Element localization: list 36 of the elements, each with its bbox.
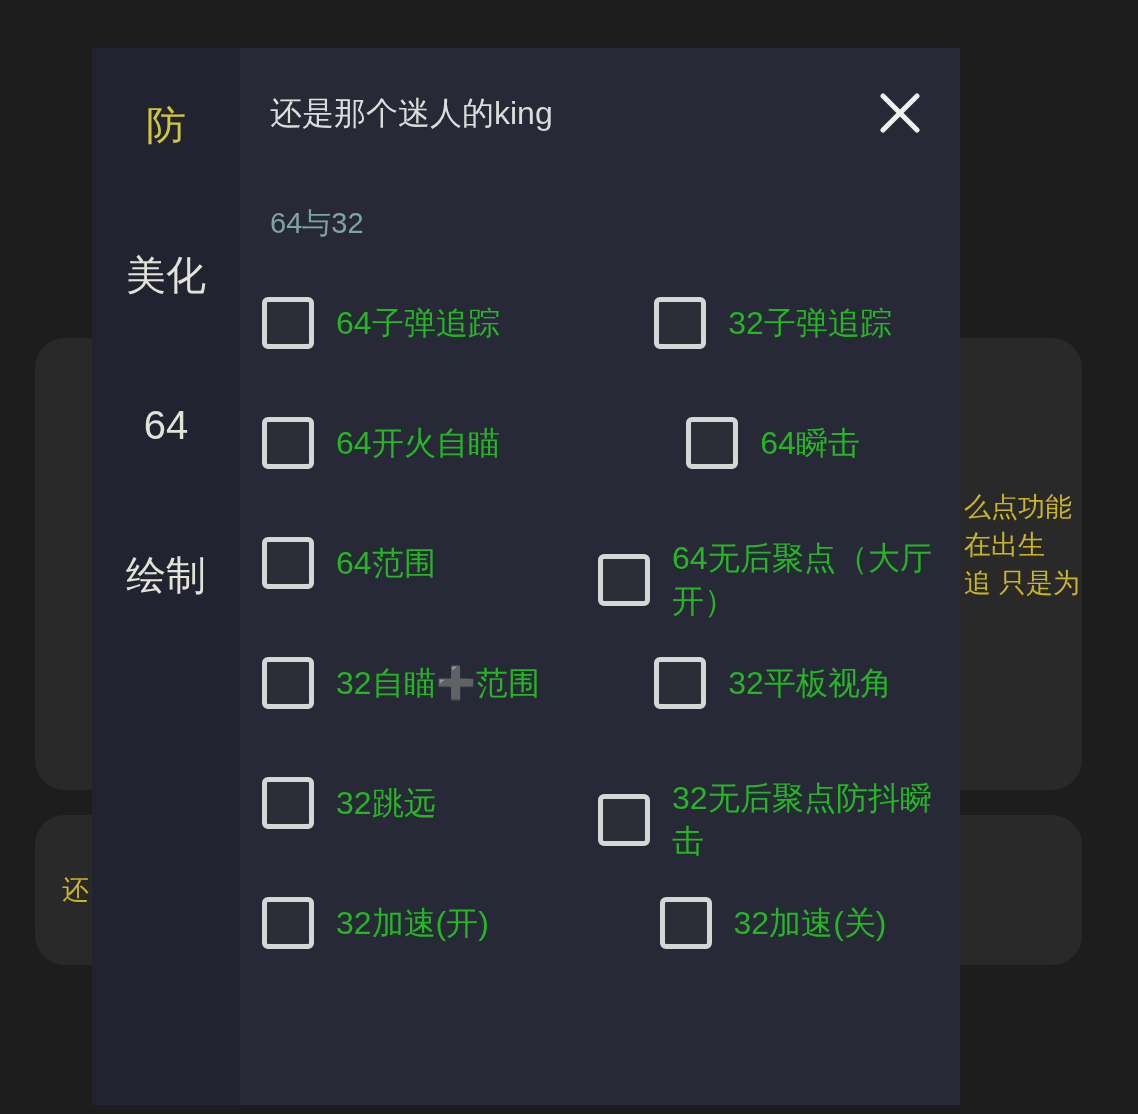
checkbox-label[interactable]: 32无后聚点防抖瞬击 bbox=[672, 777, 948, 863]
card-text: 还 bbox=[62, 874, 89, 907]
checkbox-label[interactable]: 32子弹追踪 bbox=[728, 301, 892, 345]
section-title: 64与32 bbox=[270, 206, 365, 241]
card-text: 追 只是为 bbox=[964, 567, 1081, 600]
checkbox-label[interactable]: 32平板视角 bbox=[728, 661, 892, 705]
checkbox[interactable] bbox=[262, 417, 314, 469]
card-text: 么点功能 bbox=[964, 491, 1073, 524]
sidebar-tab[interactable]: 64 bbox=[139, 395, 193, 455]
checkbox-label[interactable]: 32自瞄➕范围 bbox=[336, 661, 540, 705]
checkbox[interactable] bbox=[598, 794, 650, 846]
checkbox[interactable] bbox=[262, 897, 314, 949]
checkbox-label[interactable]: 64子弹追踪 bbox=[336, 301, 500, 345]
checkbox[interactable] bbox=[262, 657, 314, 709]
close-icon bbox=[880, 93, 920, 133]
dialog-title: 还是那个迷人的king bbox=[270, 94, 553, 133]
checkbox[interactable] bbox=[654, 657, 707, 709]
checkbox[interactable] bbox=[686, 417, 739, 469]
checkbox-label[interactable]: 64范围 bbox=[336, 541, 436, 585]
checkbox-label[interactable]: 32跳远 bbox=[336, 781, 436, 825]
checkbox-label[interactable]: 64开火自瞄 bbox=[336, 421, 500, 465]
checkbox[interactable] bbox=[262, 297, 314, 349]
checkbox[interactable] bbox=[262, 537, 314, 589]
checkbox[interactable] bbox=[659, 897, 712, 949]
checkbox[interactable] bbox=[654, 297, 707, 349]
checkbox-label[interactable]: 32加速(关) bbox=[733, 901, 887, 945]
card-text: 在出生 bbox=[964, 529, 1046, 562]
checkbox-label[interactable]: 64无后聚点（大厅开） bbox=[672, 537, 948, 623]
checkbox[interactable] bbox=[262, 777, 314, 829]
sidebar-tab[interactable]: 绘制 bbox=[122, 545, 210, 605]
sidebar-tab[interactable]: 美化 bbox=[122, 245, 210, 305]
checkbox[interactable] bbox=[598, 554, 650, 606]
checkbox-label[interactable]: 64瞬击 bbox=[760, 421, 860, 465]
sidebar-tab[interactable]: 防 bbox=[142, 95, 190, 155]
close-button[interactable] bbox=[880, 93, 920, 133]
checkbox-label[interactable]: 32加速(开) bbox=[336, 901, 489, 945]
